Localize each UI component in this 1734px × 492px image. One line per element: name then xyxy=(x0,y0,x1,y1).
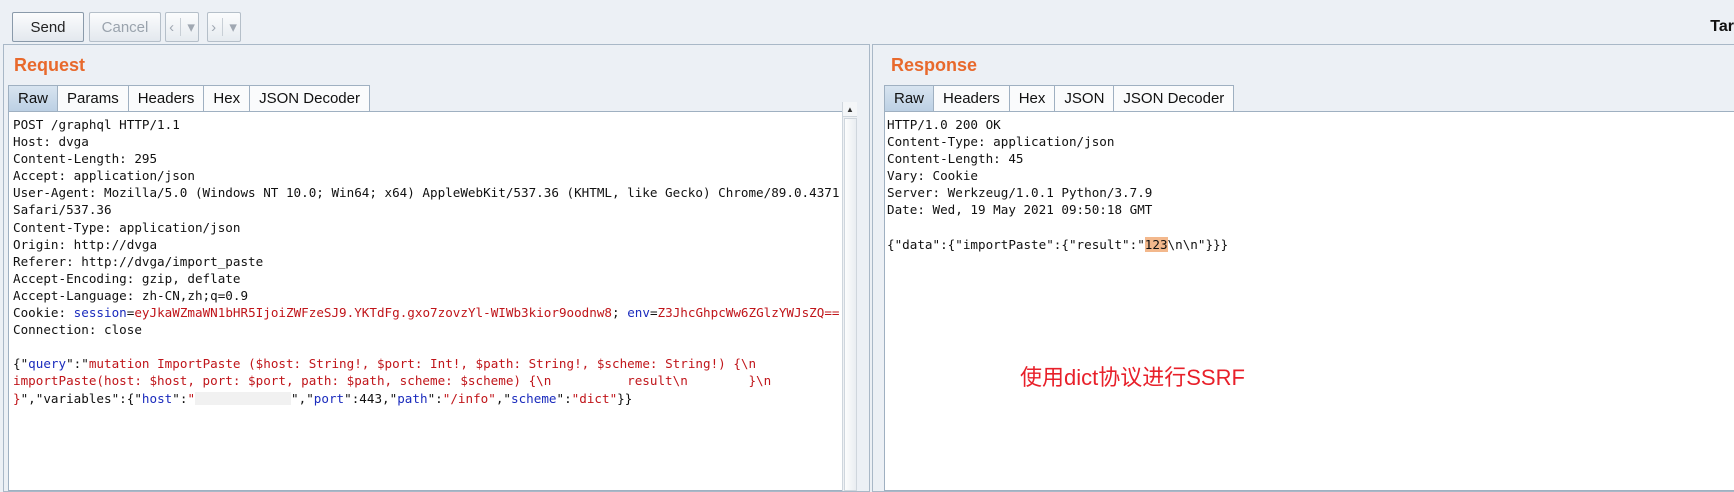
header-line: Date: Wed, 19 May 2021 09:50:18 GMT xyxy=(887,202,1153,218)
response-body-prefix: {"data":{"importPaste":{"result":" xyxy=(887,236,1145,252)
json-port-value: 443 xyxy=(359,390,383,406)
header-line: User-Agent: Mozilla/5.0 (Windows NT 10.0… xyxy=(13,185,855,201)
json-key-path: path xyxy=(397,390,428,406)
json-host-value: " xyxy=(187,390,196,406)
response-tabs: Raw Headers Hex JSON JSON Decoder xyxy=(884,85,1235,111)
send-button[interactable]: Send xyxy=(12,12,84,42)
annotation-text: 使用dict协议进行SSRF xyxy=(1020,365,1245,390)
json-key-scheme: scheme xyxy=(510,390,557,406)
header-line: Connection: close xyxy=(13,322,142,338)
response-title: Response xyxy=(891,55,978,75)
header-line: Origin: http://dvga xyxy=(13,236,158,252)
target-label[interactable]: Tar xyxy=(1710,18,1734,36)
tab-headers[interactable]: Headers xyxy=(127,85,205,111)
redacted-host-mask xyxy=(195,391,292,405)
cookie-env-value: Z3JhcGhpcWw6ZGlzYWJsZQ== xyxy=(657,305,840,321)
cookie-session-key: session xyxy=(73,305,127,321)
header-line: Content-Length: 45 xyxy=(887,151,1024,167)
header-line: Content-Type: application/json xyxy=(887,134,1115,150)
divider xyxy=(222,18,224,36)
scroll-thumb[interactable] xyxy=(844,118,857,491)
json-key-host: host xyxy=(141,390,173,406)
request-text[interactable]: POST /graphql HTTP/1.1 Host: dvga Conten… xyxy=(9,112,856,407)
json-punct: }} xyxy=(617,390,633,406)
cookie-prefix: Cookie: xyxy=(13,305,74,321)
response-body-suffix: \n\n"}}} xyxy=(1167,236,1229,252)
header-line: Accept-Encoding: gzip, deflate xyxy=(13,270,241,286)
tab-raw[interactable]: Raw xyxy=(8,85,59,111)
arrow-right-icon: › xyxy=(211,18,217,36)
header-line: Content-Length: 295 xyxy=(13,151,158,167)
header-line: Content-Type: application/json xyxy=(13,219,241,235)
tab-hex[interactable]: Hex xyxy=(1008,85,1056,111)
tab-raw[interactable]: Raw xyxy=(884,85,935,111)
chevron-down-icon[interactable]: ▾ xyxy=(187,18,195,36)
json-query-value-close: } xyxy=(13,390,21,406)
chevron-down-icon[interactable]: ▾ xyxy=(229,18,237,36)
tab-json[interactable]: JSON xyxy=(1054,85,1115,111)
request-line: POST /graphql HTTP/1.1 xyxy=(13,117,180,132)
toolbar: Send Cancel ‹ ▾ › ▾ Tar xyxy=(0,0,1734,44)
tab-json-decoder[interactable]: JSON Decoder xyxy=(1113,85,1235,111)
tab-hex[interactable]: Hex xyxy=(203,85,251,111)
json-path-value: "/info" xyxy=(442,390,496,406)
json-query-value-line2: importPaste(host: $host, port: $port, pa… xyxy=(13,373,772,389)
response-editor[interactable]: HTTP/1.0 200 OK Content-Type: applicatio… xyxy=(884,111,1734,491)
cancel-button[interactable]: Cancel xyxy=(89,12,161,42)
request-title: Request xyxy=(14,55,86,75)
tab-headers[interactable]: Headers xyxy=(933,85,1010,111)
cookie-env-key: env xyxy=(627,305,650,321)
request-tabs: Raw Params Headers Hex JSON Decoder xyxy=(8,85,370,111)
json-scheme-value: "dict" xyxy=(571,390,618,406)
header-line: Accept-Language: zh-CN,zh;q=0.9 xyxy=(13,287,249,303)
json-key-query: query xyxy=(28,356,67,372)
cookie-session-value: eyJkaWZmaWN1bHR5IjoiZWFzeSJ9.YKTdFg.gxo7… xyxy=(134,305,613,321)
forward-button[interactable]: › ▾ xyxy=(207,12,241,42)
scroll-up-icon[interactable]: ▲ xyxy=(843,102,857,117)
json-punct: {" xyxy=(13,356,29,372)
json-query-value-line1: mutation ImportPaste ($host: String!, $p… xyxy=(88,356,757,372)
divider xyxy=(180,18,182,36)
status-line: HTTP/1.0 200 OK xyxy=(887,117,1001,132)
tab-params[interactable]: Params xyxy=(57,85,129,111)
request-panel: Request Raw Params Headers Hex JSON Deco… xyxy=(3,44,870,492)
arrow-left-icon: ‹ xyxy=(169,18,175,36)
response-text[interactable]: HTTP/1.0 200 OK Content-Type: applicatio… xyxy=(885,112,1734,253)
response-body-highlight: 123 xyxy=(1144,236,1168,252)
header-line: Vary: Cookie xyxy=(887,168,978,184)
header-line: Safari/537.36 xyxy=(13,202,112,218)
json-punct: ","variables":{" xyxy=(20,390,142,406)
header-line: Server: Werkzeug/1.0.1 Python/3.7.9 xyxy=(887,185,1153,201)
json-key-port: port xyxy=(313,390,345,406)
response-panel: Response Raw Headers Hex JSON JSON Decod… xyxy=(872,44,1734,492)
request-editor[interactable]: POST /graphql HTTP/1.1 Host: dvga Conten… xyxy=(8,111,857,491)
header-line: Accept: application/json xyxy=(13,168,195,184)
header-line: Referer: http://dvga/import_paste xyxy=(13,253,264,269)
tab-json-decoder[interactable]: JSON Decoder xyxy=(249,85,370,111)
header-line: Host: dvga xyxy=(13,134,89,150)
request-scrollbar[interactable]: ▲ xyxy=(842,102,857,491)
back-button[interactable]: ‹ ▾ xyxy=(165,12,199,42)
